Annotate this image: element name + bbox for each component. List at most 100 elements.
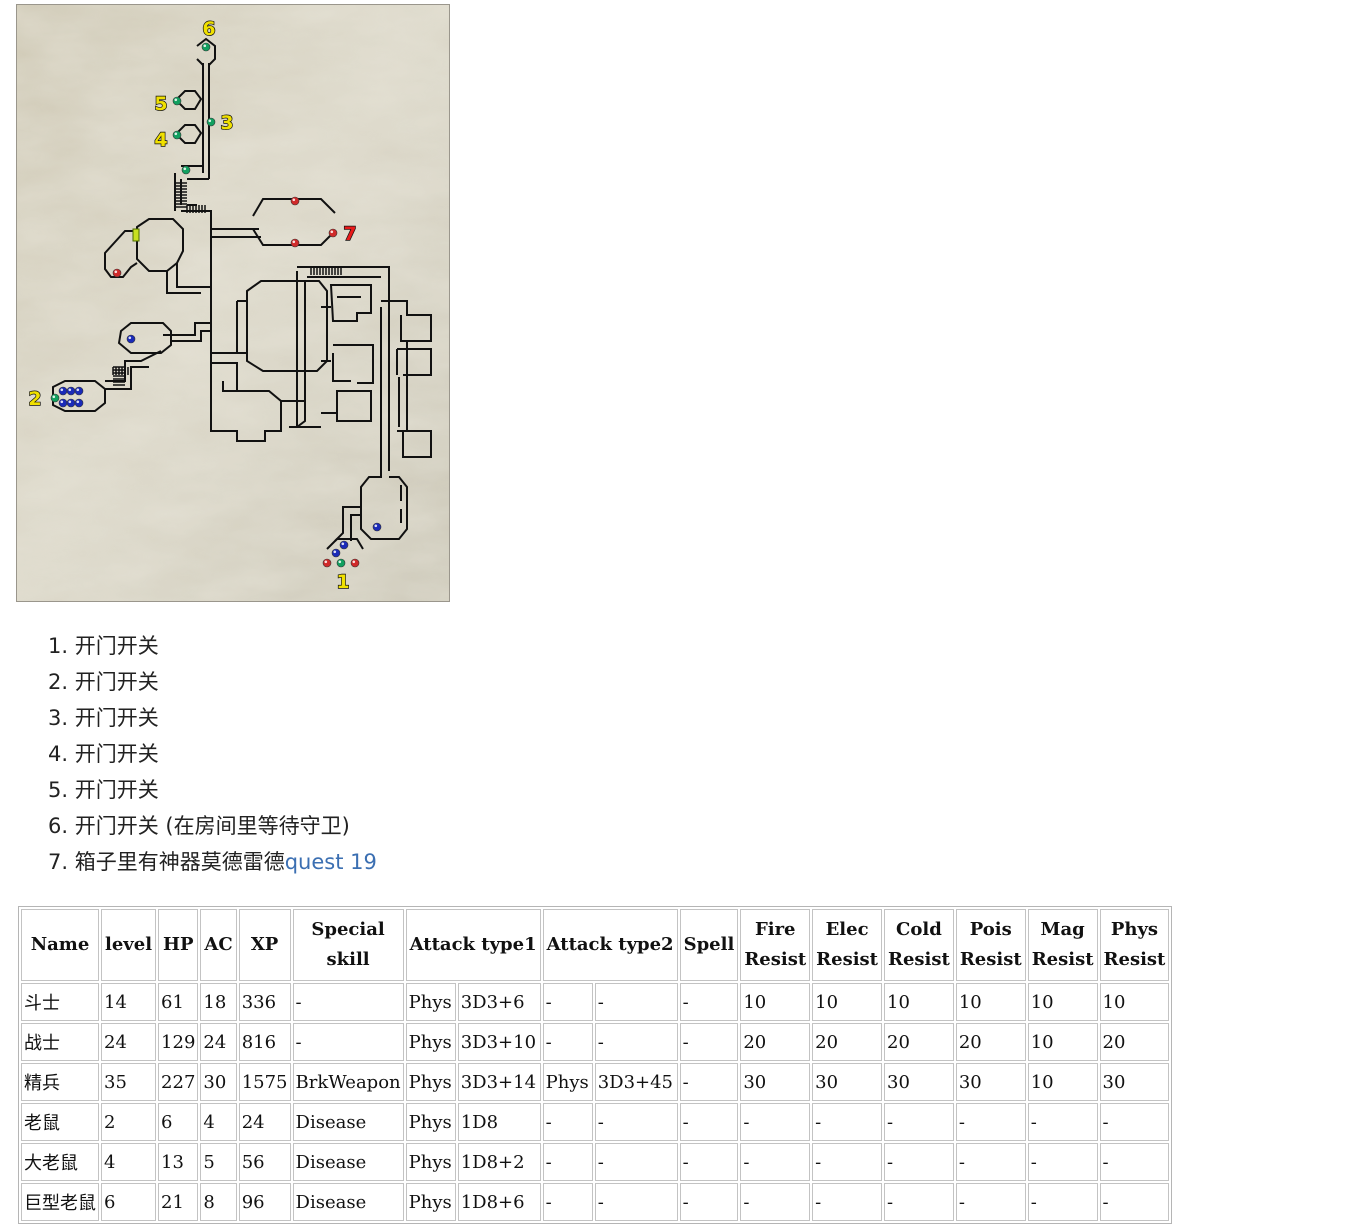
table-cell: 816	[238, 1023, 291, 1061]
table-cell: 10	[884, 983, 954, 1021]
table-cell: -	[542, 1023, 593, 1061]
map-dot-shine	[352, 560, 356, 564]
table-cell: 30	[812, 1063, 882, 1101]
map-dot	[172, 96, 182, 106]
table-cell: -	[679, 1023, 739, 1061]
column-header: Cold Resist	[884, 909, 954, 981]
legend-text: 开门开关	[74, 706, 159, 730]
table-cell: Phys	[405, 1023, 456, 1061]
map-dot-body	[336, 558, 346, 568]
map-dot	[290, 238, 300, 248]
table-cell: -	[1099, 1103, 1170, 1141]
table-cell: 35	[101, 1063, 157, 1101]
table-cell: -	[1027, 1143, 1098, 1181]
map-dot-body	[201, 42, 211, 52]
table-cell: 129	[158, 1023, 199, 1061]
column-header: Elec Resist	[812, 909, 882, 981]
map-dot	[66, 398, 76, 408]
table-cell: -	[679, 1063, 739, 1101]
table-cell: Phys	[405, 1183, 456, 1221]
table-row: 战士 24 129 24 816- Phys 3D3+10- - -20 20 20 20 10 20	[21, 1023, 1170, 1061]
table-cell: 20	[955, 1023, 1026, 1061]
column-header: Phys Resist	[1099, 909, 1170, 981]
map-legend-list: 1. 开门开关 2. 开门开关 3. 开门开关 4. 开门开关 5. 开门开关 6. 开门…	[48, 628, 377, 880]
legend-number: 4.	[48, 742, 75, 766]
table-cell: -	[884, 1183, 954, 1221]
quest-link[interactable]: quest 19	[285, 850, 377, 874]
table-cell: 10	[1027, 983, 1098, 1021]
switch-icon	[132, 228, 140, 242]
map-dot-shine	[183, 167, 187, 171]
table-cell: 14	[101, 983, 157, 1021]
table-cell: -	[1099, 1183, 1170, 1221]
map-dot	[336, 558, 346, 568]
table-cell: -	[884, 1143, 954, 1181]
table-row: 斗士 14 61 18 336- Phys 3D3+6- - -10 10 10 10 10 10	[21, 983, 1170, 1021]
table-cell: 21	[158, 1183, 199, 1221]
table-row: 老鼠 2 6 4 24 Disease Phys 1D8- - - - - - - - -	[21, 1103, 1170, 1141]
table-cell: 6	[158, 1103, 199, 1141]
map-dot-body	[372, 522, 382, 532]
table-row: 精兵 35 227 30 1575 BrkWeapon Phys 3D3+14 Phys 3D3+…	[21, 1063, 1170, 1101]
map-dot-body	[322, 558, 332, 568]
legend-item: 7. 箱子里有神器莫德雷德quest 19	[48, 844, 377, 880]
map-dot	[58, 398, 68, 408]
table-cell: BrkWeapon	[292, 1063, 404, 1101]
table-cell: 2	[101, 1103, 157, 1141]
map-dot-shine	[324, 560, 328, 564]
dungeon-map-drawing: 1 2 3 4 5 6 7	[17, 5, 449, 601]
table-row: 大老鼠 4 13 5 56 Disease Phys 1D8+2- - - - - - - - -	[21, 1143, 1170, 1181]
map-dot-shine	[333, 550, 337, 554]
table-cell: -	[740, 1183, 811, 1221]
legend-item: 3. 开门开关	[48, 700, 377, 736]
table-cell: Disease	[292, 1183, 404, 1221]
table-cell: 4	[101, 1143, 157, 1181]
column-header: Name	[21, 909, 99, 981]
table-cell: -	[542, 1143, 593, 1181]
table-cell: 20	[812, 1023, 882, 1061]
map-dot	[331, 548, 341, 558]
table-cell: -	[594, 1143, 678, 1181]
table-cell: 老鼠	[21, 1103, 99, 1141]
table-cell: 1575	[238, 1063, 291, 1101]
map-dot-shine	[208, 119, 212, 123]
table-cell: 18	[200, 983, 237, 1021]
legend-item: 6. 开门开关 (在房间里等待守卫)	[48, 808, 377, 844]
table-cell: -	[594, 983, 678, 1021]
table-cell: 10	[1027, 1023, 1098, 1061]
table-cell: 5	[200, 1143, 237, 1181]
table-cell: -	[679, 983, 739, 1021]
map-dot	[322, 558, 332, 568]
map-dot-shine	[292, 198, 296, 202]
monster-stats-table: Name level HP AC XP Special skill Attack type1 A…	[18, 906, 1173, 1224]
table-cell: -	[1099, 1143, 1170, 1181]
table-cell: 30	[884, 1063, 954, 1101]
map-dot-shine	[338, 560, 342, 564]
column-header: Fire Resist	[740, 909, 811, 981]
table-row: 巨型老鼠 6 21 8 96 Disease Phys 1D8+6- - - - - - - - -	[21, 1183, 1170, 1221]
table-cell: 227	[158, 1063, 199, 1101]
table-header-row: Name level HP AC XP Special skill Attack type1 A…	[21, 909, 1170, 981]
map-dot-shine	[203, 44, 207, 48]
table-cell: -	[812, 1183, 882, 1221]
map-dot-shine	[76, 388, 80, 392]
table-cell: 13	[158, 1143, 199, 1181]
table-cell: -	[812, 1103, 882, 1141]
table-cell: 30	[740, 1063, 811, 1101]
map-dot-body	[74, 386, 84, 396]
map-dot-shine	[128, 336, 132, 340]
map-dot-shine	[76, 400, 80, 404]
map-dot-body	[350, 558, 360, 568]
table-cell: -	[594, 1103, 678, 1141]
dungeon-map: 1 2 3 4 5 6 7	[16, 4, 450, 602]
map-dot	[58, 386, 68, 396]
legend-text: 开门开关	[74, 634, 159, 658]
map-dot-shine	[174, 132, 178, 136]
column-header: Attack type1	[405, 909, 541, 981]
table-cell: 30	[955, 1063, 1026, 1101]
table-cell: 336	[238, 983, 291, 1021]
table-cell: -	[955, 1183, 1026, 1221]
legend-number: 6.	[48, 814, 75, 838]
map-dot-shine	[174, 98, 178, 102]
map-dot-body	[290, 196, 300, 206]
